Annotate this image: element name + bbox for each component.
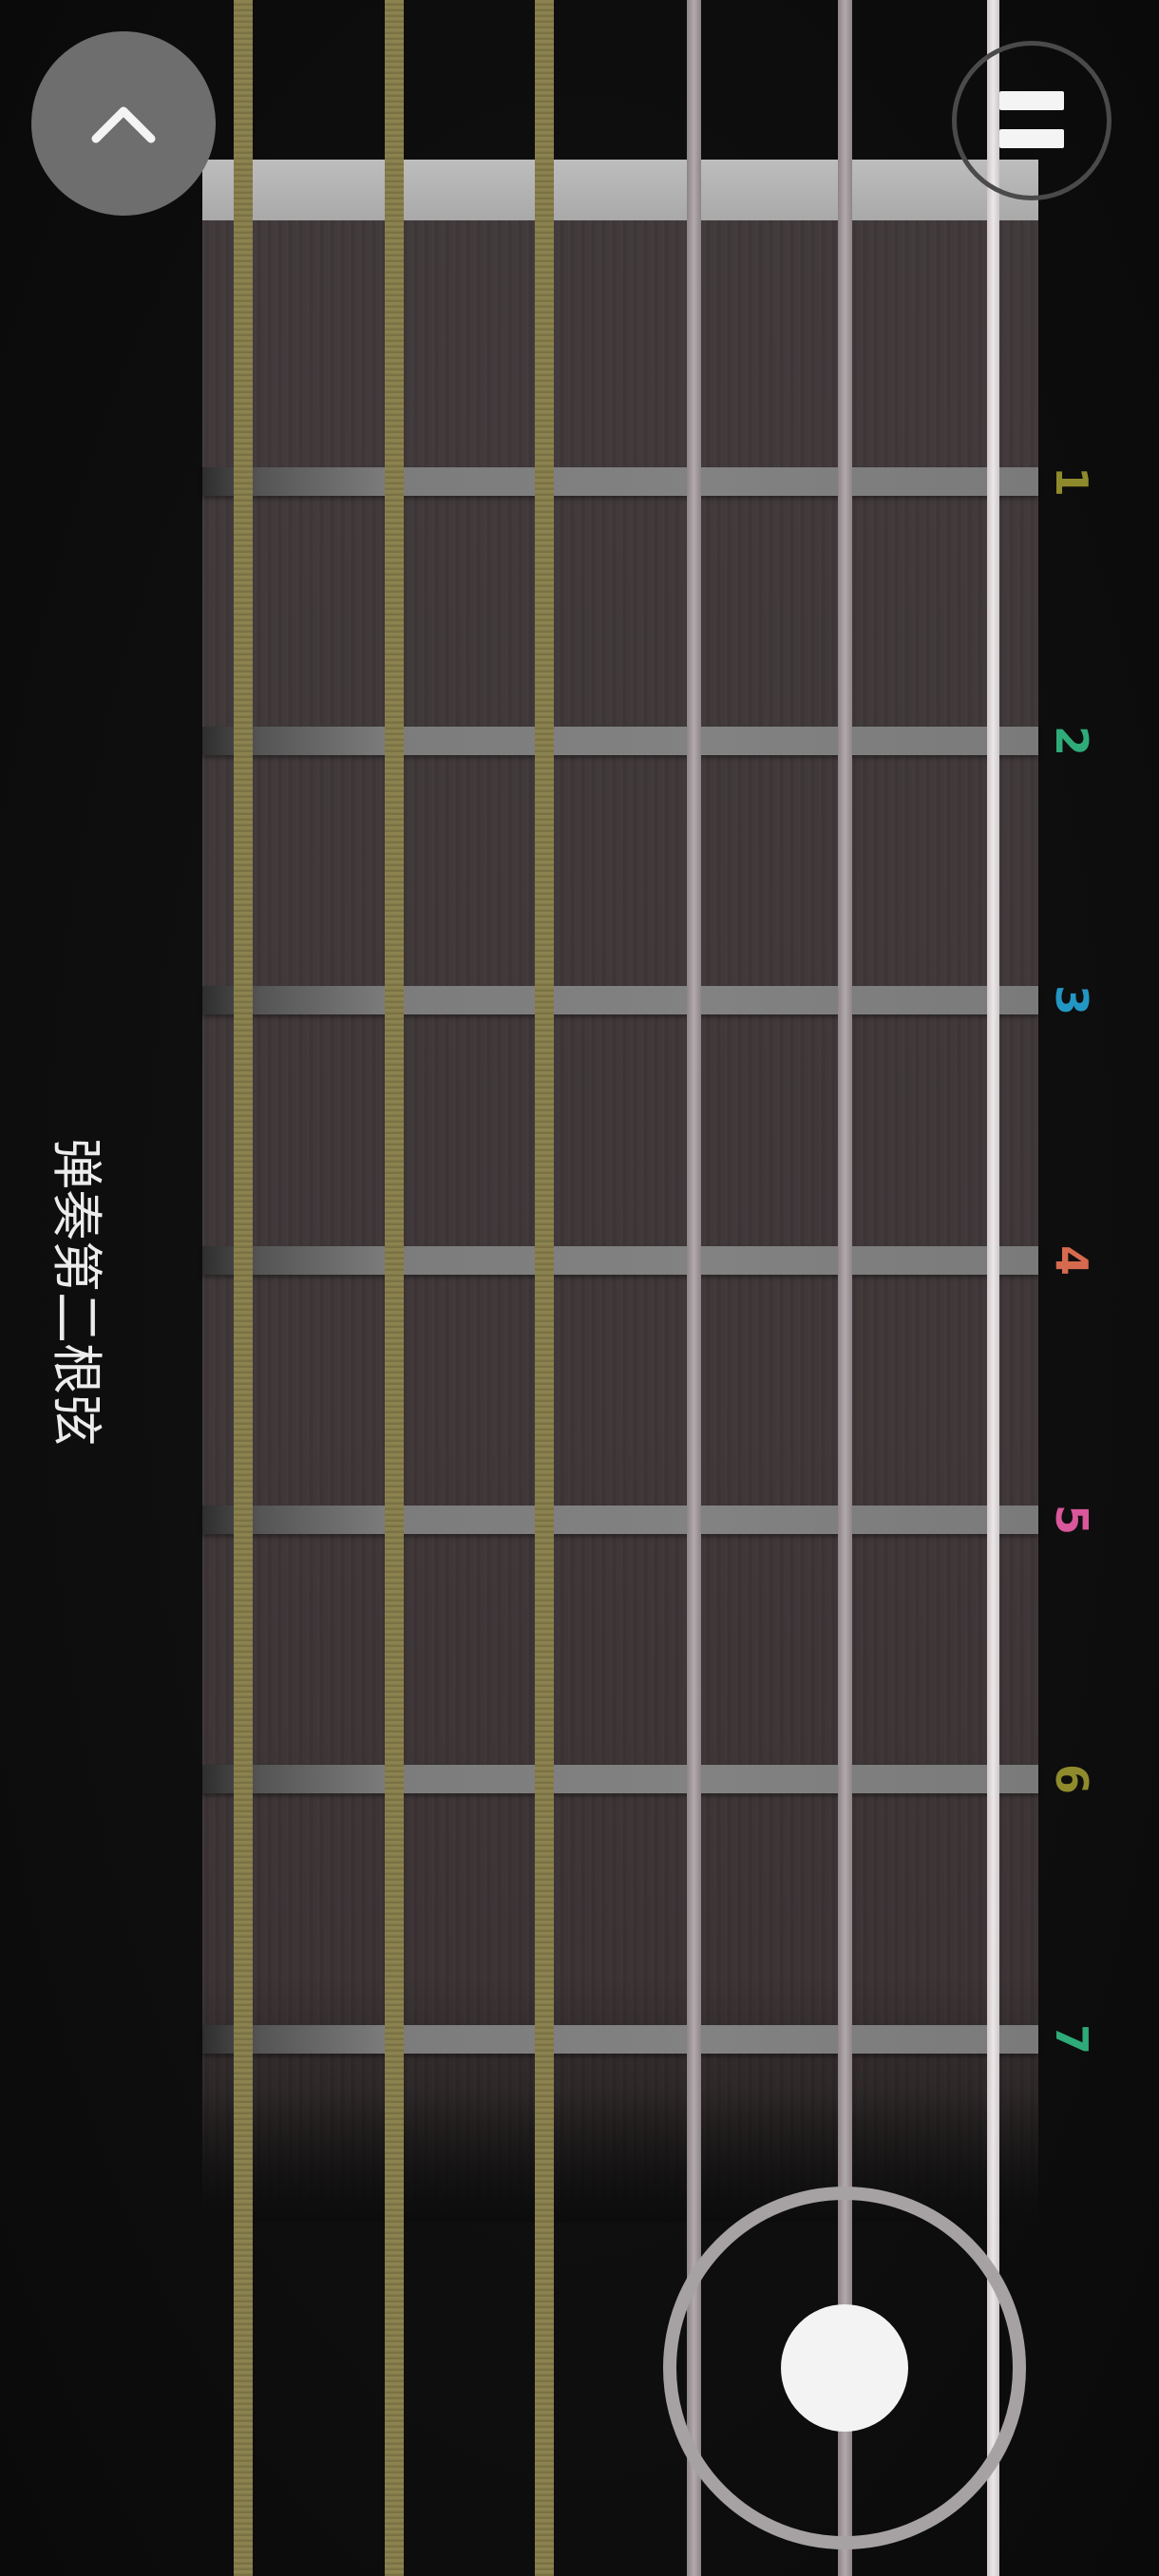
pause-button[interactable] xyxy=(952,41,1112,200)
strum-joystick-knob[interactable] xyxy=(781,2304,908,2432)
fret-bar-1 xyxy=(202,467,1038,496)
pause-icon xyxy=(999,91,1064,148)
fret-bar-3 xyxy=(202,986,1038,1014)
chevron-up-icon xyxy=(91,106,156,143)
instruction-text: 弹奏第二根弦 xyxy=(47,1138,106,1446)
fret-bar-2 xyxy=(202,727,1038,755)
guitar-fretboard-screen: 1 2 3 4 5 6 7 弹奏第二根弦 xyxy=(0,0,1159,2576)
string-6[interactable] xyxy=(234,0,253,2576)
fret-bar-4 xyxy=(202,1246,1038,1275)
fret-number-1: 1 xyxy=(1046,465,1097,497)
fret-bar-7 xyxy=(202,2025,1038,2054)
string-5[interactable] xyxy=(385,0,404,2576)
fret-number-7: 7 xyxy=(1046,2023,1097,2055)
fret-number-5: 5 xyxy=(1046,1504,1097,1535)
fretboard-nut xyxy=(202,160,1038,220)
fret-number-2: 2 xyxy=(1046,725,1097,756)
string-1[interactable] xyxy=(987,0,999,2576)
fret-bar-6 xyxy=(202,1765,1038,1793)
fret-number-4: 4 xyxy=(1046,1244,1097,1276)
string-4[interactable] xyxy=(535,0,554,2576)
fret-number-3: 3 xyxy=(1046,984,1097,1015)
fret-bar-5 xyxy=(202,1506,1038,1534)
back-button[interactable] xyxy=(31,31,216,216)
fret-number-6: 6 xyxy=(1046,1763,1097,1794)
string-3[interactable] xyxy=(687,0,701,2576)
